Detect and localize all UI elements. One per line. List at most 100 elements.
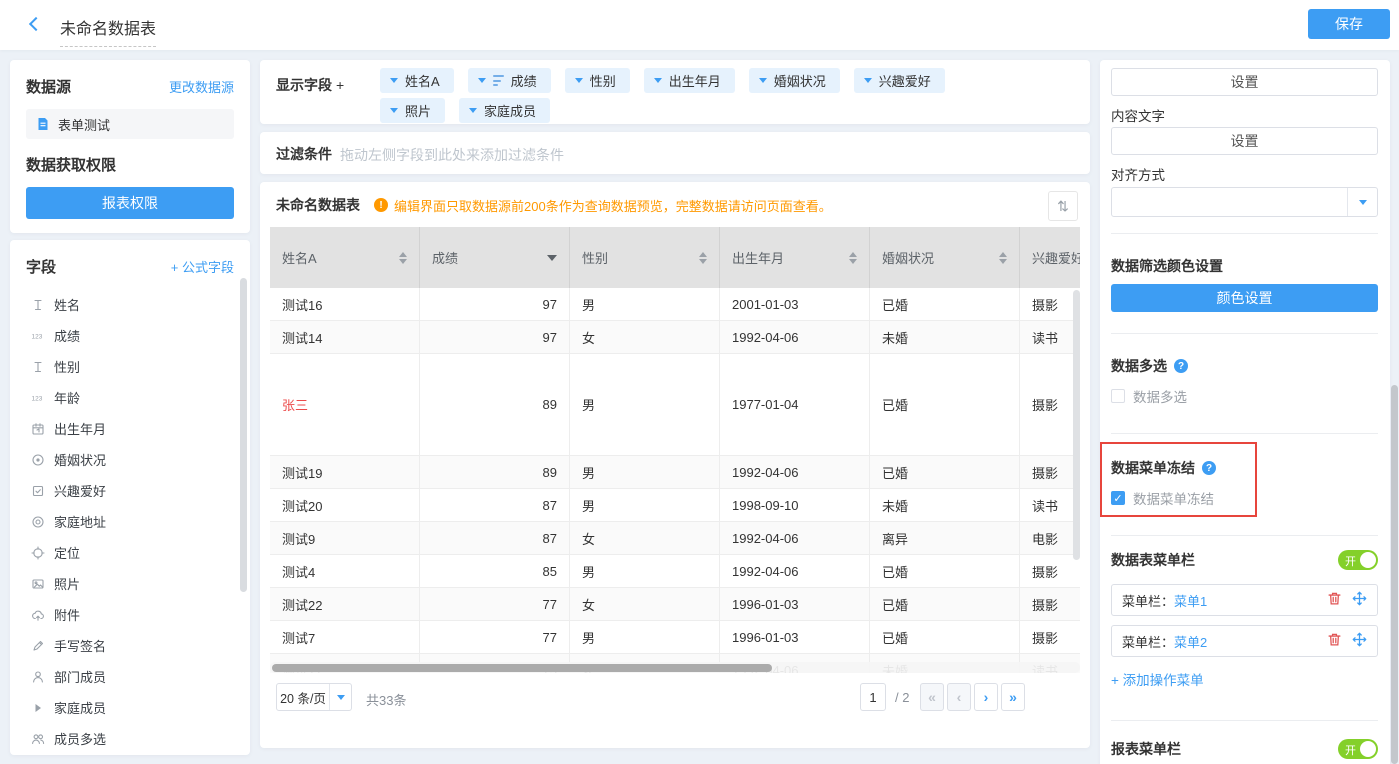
cloud-icon <box>30 607 46 622</box>
column-header[interactable]: 婚姻状况 <box>870 227 1020 288</box>
freeze-checkbox[interactable]: ✓ <box>1111 491 1125 505</box>
table-cell: 97 <box>420 321 570 354</box>
field-item[interactable]: 兴趣爱好 <box>10 475 250 506</box>
report-permission-button[interactable]: 报表权限 <box>26 187 234 219</box>
sort-toggle-button[interactable]: ⇅ <box>1048 191 1078 221</box>
menu-item[interactable]: 菜单栏： 菜单1 <box>1111 584 1378 616</box>
multi-select-checkbox[interactable] <box>1111 389 1125 403</box>
field-item[interactable]: 出生年月 <box>10 413 250 444</box>
table-menu-toggle[interactable]: 开 <box>1338 550 1378 570</box>
align-select[interactable] <box>1111 187 1378 217</box>
chevron-down-icon <box>478 78 486 83</box>
display-field-chip[interactable]: 家庭成员 <box>459 98 550 123</box>
title-settings-button[interactable]: 设置 <box>1111 68 1378 96</box>
display-field-chip[interactable]: 成绩 <box>468 68 551 93</box>
column-header[interactable]: 姓名A <box>270 227 420 288</box>
multi-select-option: 数据多选 <box>1111 386 1378 406</box>
column-header[interactable]: 兴趣爱好 <box>1020 227 1080 288</box>
datasource-item[interactable]: 表单测试 <box>26 109 234 139</box>
table-row[interactable]: 测试14 97 女 1992-04-06 未婚 读书 <box>270 321 1080 354</box>
column-header[interactable]: 成绩 <box>420 227 570 288</box>
field-item[interactable]: 123 年龄 <box>10 382 250 413</box>
window-scrollbar-track[interactable] <box>1391 0 1398 764</box>
field-item[interactable]: 部门成员 <box>10 661 250 692</box>
table-header-row: 姓名A 成绩 性别 出生年月 婚姻状况 兴趣爱好 <box>270 227 1080 288</box>
display-field-chip[interactable]: 姓名A <box>380 68 454 93</box>
help-icon[interactable]: ? <box>1174 359 1188 373</box>
column-header[interactable]: 出生年月 <box>720 227 870 288</box>
save-button[interactable]: 保存 <box>1308 9 1390 39</box>
page-size-select[interactable]: 20 条/页 <box>276 683 352 711</box>
display-field-chip[interactable]: 婚姻状况 <box>749 68 840 93</box>
display-field-chips: 姓名A 成绩 性别 出生年月 婚姻状况 兴趣爱好 照 <box>380 68 945 128</box>
field-item[interactable]: 家庭地址 <box>10 506 250 537</box>
table-row[interactable]: 测试7 77 男 1996-01-03 已婚 摄影 <box>270 621 1080 654</box>
field-item[interactable]: 123 成绩 <box>10 320 250 351</box>
table-vertical-scrollbar[interactable] <box>1073 290 1080 560</box>
sort-desc-icon[interactable] <box>547 255 557 261</box>
back-icon[interactable] <box>29 17 43 31</box>
table-cell: 摄影 <box>1020 588 1080 621</box>
location-icon <box>30 514 46 529</box>
add-formula-field-link[interactable]: + 公式字段 <box>171 257 234 276</box>
table-row[interactable]: 测试19 89 男 1992-04-06 已婚 摄影 <box>270 456 1080 489</box>
change-datasource-link[interactable]: 更改数据源 <box>169 77 234 96</box>
fields-scrollbar[interactable] <box>240 278 247 592</box>
table-row[interactable]: 测试4 85 男 1992-04-06 已婚 摄影 <box>270 555 1080 588</box>
table-cell: 87 <box>420 489 570 522</box>
first-page-button[interactable]: « <box>920 683 944 711</box>
help-icon[interactable]: ? <box>1202 461 1216 475</box>
table-row[interactable]: 测试22 77 女 1996-01-03 已婚 摄影 <box>270 588 1080 621</box>
field-item-label: 家庭成员 <box>54 698 106 717</box>
move-icon[interactable] <box>1352 632 1367 650</box>
display-field-chip[interactable]: 照片 <box>380 98 445 123</box>
report-menu-toggle[interactable]: 开 <box>1338 739 1378 759</box>
table-row[interactable]: 测试9 87 女 1992-04-06 离异 电影 <box>270 522 1080 555</box>
display-field-chip[interactable]: 兴趣爱好 <box>854 68 945 93</box>
datasource-item-label: 表单测试 <box>58 115 110 134</box>
field-item[interactable]: 家庭成员 <box>10 692 250 723</box>
field-item[interactable]: 姓名 <box>10 289 250 320</box>
add-menu-link[interactable]: + 添加操作菜单 <box>1111 669 1378 689</box>
add-display-field-button[interactable]: + <box>336 77 344 93</box>
field-item[interactable]: 附件 <box>10 599 250 630</box>
sort-icon[interactable] <box>399 252 407 264</box>
horizontal-scrollbar-thumb[interactable] <box>272 664 772 672</box>
field-item[interactable]: 成员多选 <box>10 723 250 754</box>
menu-item-name[interactable]: 菜单2 <box>1174 632 1207 651</box>
field-item[interactable]: 手写签名 <box>10 630 250 661</box>
table-cell: 已婚 <box>870 555 1020 588</box>
prev-page-button[interactable]: ‹ <box>947 683 971 711</box>
filter-dropzone-placeholder[interactable]: 拖动左侧字段到此处来添加过滤条件 <box>340 145 564 165</box>
current-page-input[interactable]: 1 <box>860 683 886 711</box>
menu-item[interactable]: 菜单栏： 菜单2 <box>1111 625 1378 657</box>
table-row[interactable]: 张三 89 男 1977-01-04 已婚 摄影 <box>270 354 1080 456</box>
table-row[interactable]: 测试16 97 男 2001-01-03 已婚 摄影 <box>270 288 1080 321</box>
delete-icon[interactable] <box>1327 591 1342 609</box>
chevron-down-icon <box>329 684 351 710</box>
horizontal-scrollbar-track[interactable] <box>270 662 1080 673</box>
content-settings-button[interactable]: 设置 <box>1111 127 1378 155</box>
field-item[interactable]: 性别 <box>10 351 250 382</box>
menu-item-name[interactable]: 菜单1 <box>1174 591 1207 610</box>
delete-icon[interactable] <box>1327 632 1342 650</box>
color-settings-button[interactable]: 颜色设置 <box>1111 284 1378 312</box>
field-item[interactable]: 定位 <box>10 537 250 568</box>
column-header[interactable]: 性别 <box>570 227 720 288</box>
last-page-button[interactable]: » <box>1001 683 1025 711</box>
move-icon[interactable] <box>1352 591 1367 609</box>
page-title[interactable]: 未命名数据表 <box>60 15 156 47</box>
next-page-button[interactable]: › <box>974 683 998 711</box>
display-field-chip[interactable]: 性别 <box>565 68 630 93</box>
field-item-label: 手写签名 <box>54 636 106 655</box>
field-item[interactable]: 照片 <box>10 568 250 599</box>
window-scrollbar-thumb[interactable] <box>1391 385 1398 764</box>
field-item-label: 部门成员 <box>54 667 106 686</box>
sort-icon[interactable] <box>999 252 1007 264</box>
field-item[interactable]: 婚姻状况 <box>10 444 250 475</box>
table-row[interactable]: 测试20 87 男 1998-09-10 未婚 读书 <box>270 489 1080 522</box>
display-field-chip[interactable]: 出生年月 <box>644 68 735 93</box>
divider <box>1111 233 1378 234</box>
sort-icon[interactable] <box>849 252 857 264</box>
sort-icon[interactable] <box>699 252 707 264</box>
